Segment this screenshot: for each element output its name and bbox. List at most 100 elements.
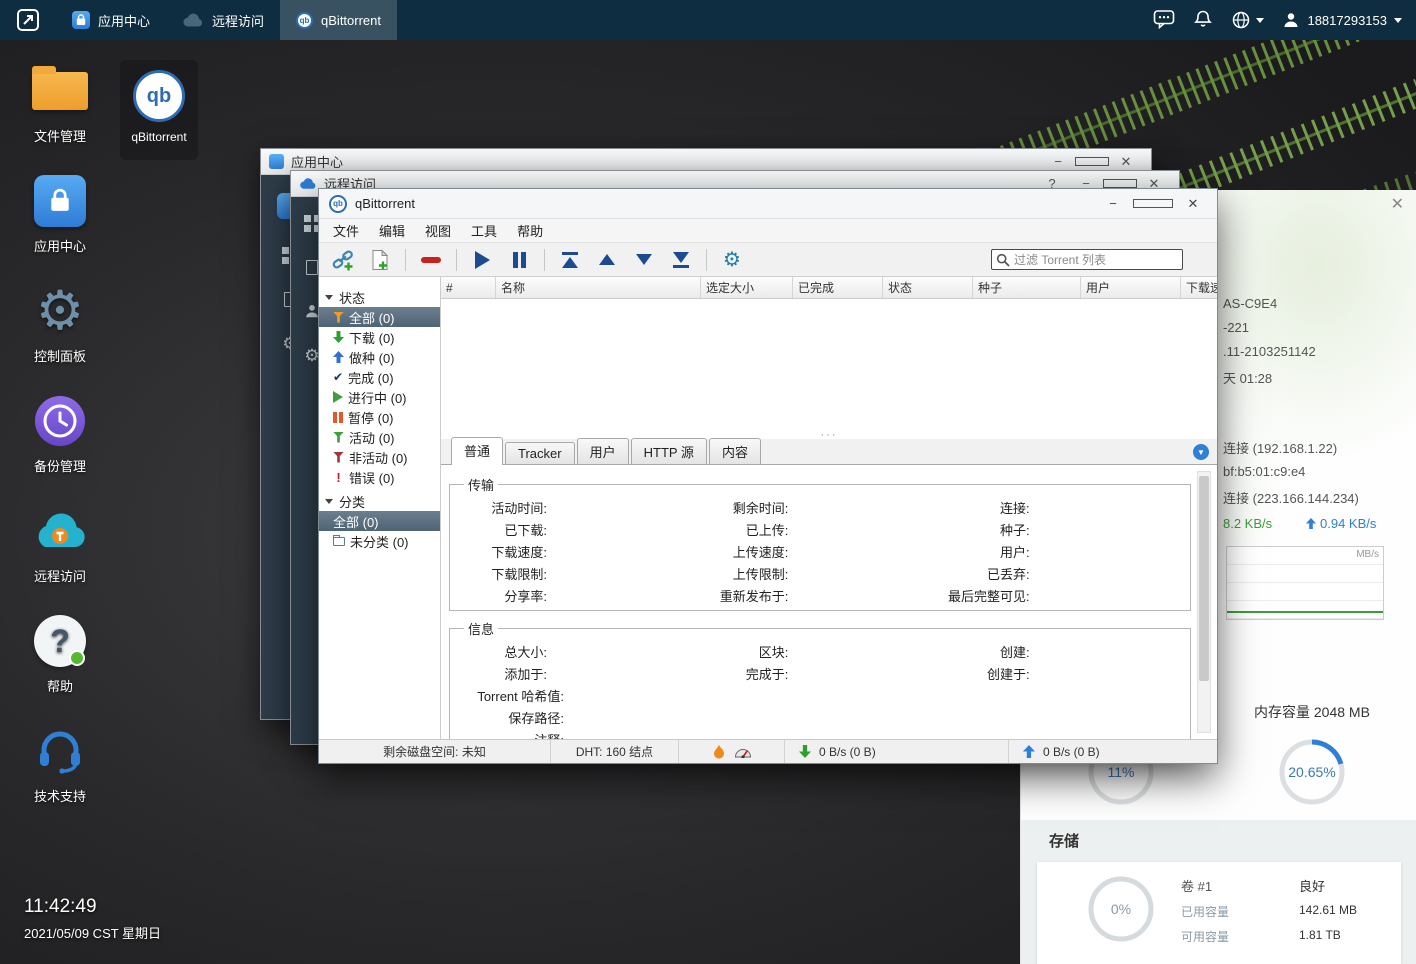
field-label: 重新发布于:	[699, 586, 794, 605]
torrent-list-empty[interactable]	[441, 299, 1217, 431]
window-qbittorrent: qb qBittorrent − ✕ 文件 编辑 视图 工具 帮助	[318, 188, 1218, 764]
options-button[interactable]: ⚙	[720, 248, 744, 272]
used-capacity-label: 已用容量	[1181, 903, 1229, 920]
desktop-icon-remote-access[interactable]: 远程访问	[12, 502, 108, 585]
taskbar-tab-qbittorrent[interactable]: qb qBittorrent	[280, 0, 397, 40]
pause-icon	[513, 252, 526, 268]
folder-icon	[32, 72, 88, 110]
tab-http-sources[interactable]: HTTP 源	[631, 438, 707, 464]
language-button[interactable]	[1231, 10, 1264, 30]
desktop-icon-control-panel[interactable]: ⚙ 控制面板	[12, 282, 108, 365]
pause-button[interactable]	[507, 248, 531, 272]
status-icons	[679, 740, 785, 763]
menu-help[interactable]: 帮助	[507, 221, 553, 240]
torrent-table-header: # 名称 选定大小 已完成 状态 种子 用户 下载速	[441, 277, 1217, 299]
column-header-number[interactable]: #	[441, 277, 496, 298]
scrollbar-thumb[interactable]	[1199, 476, 1209, 681]
add-torrent-file-button[interactable]	[368, 248, 392, 272]
column-header-seeds[interactable]: 种子	[973, 277, 1081, 298]
download-speed-label: 0 B/s (0 B)	[819, 745, 876, 759]
taskbar-tab-remote-access[interactable]: 远程访问	[166, 0, 280, 40]
desktop-icon-help[interactable]: ? 帮助	[12, 612, 108, 695]
filter-label: 暂停 (0)	[348, 408, 394, 427]
filter-seeding[interactable]: 做种 (0)	[319, 347, 440, 367]
detail-scrollbar[interactable]	[1197, 471, 1211, 733]
notifications-button[interactable]	[1193, 9, 1213, 32]
filter-all[interactable]: 全部 (0)	[319, 307, 440, 327]
field-label: 上传速度:	[699, 542, 794, 561]
grid-icon[interactable]	[304, 215, 311, 222]
field-label: 分享率:	[458, 586, 553, 605]
network-line: 连接 (223.166.144.234)	[1223, 488, 1359, 507]
status-section-header[interactable]: 状态	[319, 287, 440, 307]
free-capacity-value: 1.81 TB	[1299, 928, 1341, 942]
category-all[interactable]: 全部 (0)	[319, 511, 440, 531]
section-label: 状态	[339, 288, 365, 307]
column-header-selected-size[interactable]: 选定大小	[701, 277, 793, 298]
menu-file[interactable]: 文件	[323, 221, 369, 240]
pane-splitter[interactable]: ···	[441, 431, 1217, 439]
messages-button[interactable]	[1153, 9, 1175, 32]
maximize-button[interactable]	[1133, 189, 1173, 219]
move-down-button[interactable]	[632, 248, 656, 272]
column-header-status[interactable]: 状态	[883, 277, 973, 298]
move-up-button[interactable]	[595, 248, 619, 272]
torrent-filter-input[interactable]	[1014, 253, 1178, 267]
delete-button[interactable]	[419, 248, 443, 272]
user-menu-button[interactable]: 18817293153	[1282, 11, 1402, 29]
desktop-icon-support[interactable]: 技术支持	[12, 722, 108, 805]
globe-icon	[1231, 10, 1251, 30]
desktop-icon-label: 应用中心	[12, 236, 108, 255]
menu-tools[interactable]: 工具	[461, 221, 507, 240]
toolbar-separator	[544, 249, 545, 271]
column-header-name[interactable]: 名称	[496, 277, 701, 298]
filter-label: 做种 (0)	[349, 348, 395, 367]
upload-arrow-icon	[333, 351, 344, 363]
tab-trackers[interactable]: Tracker	[505, 442, 575, 464]
resume-button[interactable]	[470, 248, 494, 272]
desktop-icon-file-manager[interactable]: 文件管理	[12, 62, 108, 145]
connection-status-icon[interactable]	[712, 744, 726, 760]
speed-limit-icon[interactable]	[734, 745, 752, 758]
column-header-completed[interactable]: 已完成	[793, 277, 883, 298]
category-uncategorized[interactable]: 未分类 (0)	[319, 531, 440, 551]
tab-general[interactable]: 普通	[451, 437, 503, 465]
filter-completed[interactable]: ✔完成 (0)	[319, 367, 440, 387]
tab-peers[interactable]: 用户	[577, 438, 629, 464]
main-menu-button[interactable]	[0, 0, 56, 40]
desktop-icon-qbittorrent[interactable]: qb qBittorrent	[120, 60, 198, 160]
backup-clock-icon	[33, 394, 87, 448]
desktop-icon-backup[interactable]: 备份管理	[12, 392, 108, 475]
minimize-button[interactable]: −	[1093, 189, 1133, 219]
field-label: 区块:	[699, 642, 794, 661]
filter-inactive[interactable]: 非活动 (0)	[319, 447, 440, 467]
collapse-panel-button[interactable]: ▼	[1193, 444, 1209, 460]
move-top-button[interactable]	[558, 248, 582, 272]
menu-edit[interactable]: 编辑	[369, 221, 415, 240]
filter-active[interactable]: 活动 (0)	[319, 427, 440, 447]
filter-running[interactable]: 进行中 (0)	[319, 387, 440, 407]
toolbar-separator	[706, 249, 707, 271]
filter-paused[interactable]: 暂停 (0)	[319, 407, 440, 427]
filter-label: 活动 (0)	[349, 428, 395, 447]
menu-view[interactable]: 视图	[415, 221, 461, 240]
filter-downloading[interactable]: 下载 (0)	[319, 327, 440, 347]
add-torrent-link-button[interactable]	[331, 248, 355, 272]
desktop-icon-app-center[interactable]: 应用中心	[12, 172, 108, 255]
close-button[interactable]: ✕	[1173, 189, 1213, 219]
close-icon[interactable]: ✕	[1391, 194, 1404, 214]
field-label: 完成于:	[699, 664, 794, 683]
column-header-peers[interactable]: 用户	[1081, 277, 1181, 298]
move-bottom-button[interactable]	[669, 248, 693, 272]
tab-content[interactable]: 内容	[709, 438, 761, 464]
column-header-download-speed[interactable]: 下载速	[1181, 277, 1217, 298]
category-section-header[interactable]: 分类	[319, 491, 440, 511]
taskbar-tab-app-center[interactable]: 应用中心	[56, 0, 166, 40]
bell-icon	[1193, 9, 1213, 29]
qbittorrent-icon: qb	[133, 70, 185, 122]
qbittorrent-titlebar[interactable]: qb qBittorrent − ✕	[319, 189, 1217, 219]
free-capacity-label: 可用容量	[1181, 928, 1229, 945]
document-icon[interactable]	[306, 260, 318, 275]
filter-errored[interactable]: !错误 (0)	[319, 467, 440, 487]
grid-icon[interactable]	[282, 247, 289, 254]
